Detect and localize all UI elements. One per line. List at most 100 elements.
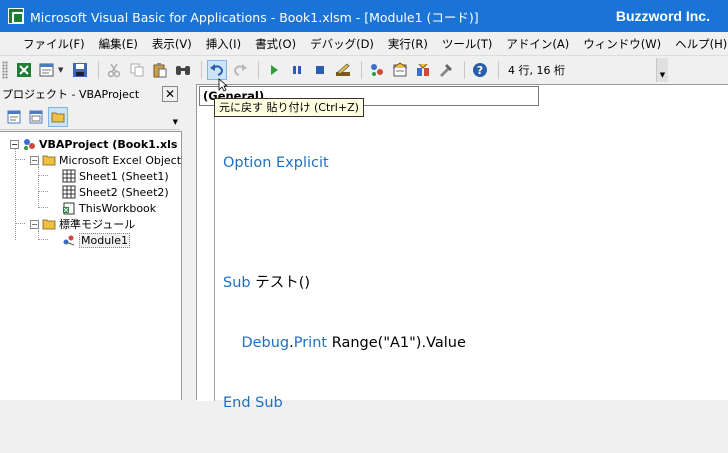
tree-connector xyxy=(15,159,25,160)
worksheet-icon xyxy=(62,169,76,183)
reset-icon[interactable] xyxy=(310,60,330,80)
view-code-icon[interactable] xyxy=(4,107,24,127)
excel-app-icon[interactable] xyxy=(8,8,24,24)
menu-addins[interactable]: アドイン(A) xyxy=(501,36,578,52)
vba-project-icon xyxy=(24,139,35,150)
code-keyword: Print xyxy=(293,335,328,351)
menu-bar: ファイル(F) 編集(E) 表示(V) 挿入(I) 書式(O) デバッグ(D) … xyxy=(0,32,728,56)
folder-icon xyxy=(42,219,56,230)
toggle-folders-icon[interactable] xyxy=(48,106,68,127)
menu-debug[interactable]: デバッグ(D) xyxy=(305,36,383,52)
code-line: Option Explicit xyxy=(223,153,466,173)
project-explorer-icon[interactable] xyxy=(367,60,387,80)
tree-connector xyxy=(15,223,25,224)
menu-tools[interactable]: ツール(T) xyxy=(437,36,502,52)
title-bar: Microsoft Visual Basic for Applications … xyxy=(0,0,728,32)
toolbar-separator xyxy=(361,61,362,79)
code-keyword: Debug xyxy=(241,335,290,351)
menu-window[interactable]: ウィンドウ(W) xyxy=(578,36,670,52)
collapse-icon[interactable]: − xyxy=(30,219,39,229)
object-browser-icon[interactable] xyxy=(413,60,433,80)
code-editor[interactable]: Option Explicit Sub テスト() Debug.Print Ra… xyxy=(223,113,466,453)
tree-item-excel-objects[interactable]: − Microsoft Excel Object xyxy=(30,152,181,168)
tree-item-label: ThisWorkbook xyxy=(79,201,157,215)
run-icon[interactable] xyxy=(264,60,284,80)
collapse-icon[interactable]: − xyxy=(10,139,19,149)
project-explorer-header: プロジェクト - VBAProject ✕ xyxy=(0,84,180,104)
tree-item-label: Module1 xyxy=(79,232,130,248)
menu-help[interactable]: ヘルプ(H) xyxy=(670,36,728,52)
undo-icon[interactable] xyxy=(207,60,227,80)
tree-item-modules[interactable]: − 標準モジュール xyxy=(30,216,135,232)
help-icon[interactable]: ? xyxy=(470,60,490,80)
copy-icon[interactable] xyxy=(127,60,147,80)
tree-connector xyxy=(38,166,39,208)
tree-connector xyxy=(15,148,16,240)
code-keyword: End Sub xyxy=(223,395,283,411)
svg-text:?: ? xyxy=(477,64,483,77)
toolbar-separator xyxy=(98,61,99,79)
tree-connector xyxy=(38,175,48,176)
menu-insert[interactable]: 挿入(I) xyxy=(201,36,250,52)
tree-item-module1[interactable]: Module1 xyxy=(62,232,130,248)
cut-icon[interactable] xyxy=(104,60,124,80)
collapse-icon[interactable]: − xyxy=(30,155,39,165)
pane-splitter[interactable] xyxy=(182,84,196,400)
code-line: Debug.Print Range("A1").Value xyxy=(223,333,466,353)
toolbar-options-icon[interactable]: ▼ xyxy=(173,118,178,126)
close-icon[interactable]: ✕ xyxy=(162,86,178,102)
toolbox-icon[interactable] xyxy=(436,60,456,80)
code-window: (General) Option Explicit Sub テスト() Debu… xyxy=(196,84,728,411)
properties-icon[interactable] xyxy=(390,60,410,80)
tree-connector xyxy=(38,191,48,192)
view-object-icon[interactable] xyxy=(26,107,46,127)
tree-item-label: 標準モジュール xyxy=(59,218,136,231)
worksheet-icon xyxy=(62,185,76,199)
tree-connector xyxy=(38,239,48,240)
project-tree: − VBAProject (Book1.xls − Microsoft Exce… xyxy=(0,131,182,400)
paste-icon[interactable] xyxy=(150,60,170,80)
tree-connector xyxy=(38,207,48,208)
tree-item-sheet1[interactable]: Sheet1 (Sheet1) xyxy=(62,168,169,184)
menu-view[interactable]: 表示(V) xyxy=(147,36,201,52)
menu-file[interactable]: ファイル(F) xyxy=(18,36,94,52)
toolbar-separator xyxy=(201,61,202,79)
tree-item-label: Microsoft Excel Object xyxy=(59,153,182,167)
find-icon[interactable] xyxy=(173,60,193,80)
standard-toolbar: ▼ ? 4 行, 16 桁 xyxy=(0,57,666,83)
menu-run[interactable]: 実行(R) xyxy=(383,36,437,52)
code-margin-indicator[interactable] xyxy=(197,107,215,401)
redo-icon[interactable] xyxy=(230,60,250,80)
save-icon[interactable] xyxy=(70,60,90,80)
excel-view-icon[interactable] xyxy=(14,60,34,80)
code-line: End Sub xyxy=(223,393,466,413)
toolbar-separator xyxy=(258,61,259,79)
toolbar-grip[interactable] xyxy=(2,61,8,79)
workbook-icon xyxy=(63,202,75,215)
brand-watermark: Buzzword Inc. xyxy=(615,8,710,24)
folder-icon xyxy=(42,155,56,166)
menu-format[interactable]: 書式(O) xyxy=(250,36,305,52)
project-explorer-toolbar: ▼ xyxy=(0,104,180,130)
insert-dropdown-icon[interactable]: ▼ xyxy=(58,66,66,74)
undo-tooltip: 元に戻す 貼り付け (Ctrl+Z) xyxy=(214,98,364,117)
code-text: Range("A1").Value xyxy=(327,335,466,351)
design-mode-icon[interactable] xyxy=(333,60,353,80)
toolbar-options-icon[interactable]: ▼ xyxy=(656,58,668,82)
tree-item-label: Sheet1 (Sheet1) xyxy=(79,169,169,183)
code-line: Sub テスト() xyxy=(223,273,466,293)
tree-item-vbaproject[interactable]: − VBAProject (Book1.xls xyxy=(10,136,177,152)
break-icon[interactable] xyxy=(287,60,307,80)
module-icon xyxy=(63,235,75,246)
window-title: Microsoft Visual Basic for Applications … xyxy=(30,9,479,25)
cursor-position-status: 4 行, 16 桁 xyxy=(508,64,565,77)
tree-item-label: VBAProject (Book1.xls xyxy=(39,137,178,151)
code-keyword: Option Explicit xyxy=(223,155,329,171)
toolbar-separator xyxy=(464,61,465,79)
insert-module-icon[interactable] xyxy=(37,60,57,80)
project-explorer-title: プロジェクト - VBAProject xyxy=(2,88,140,101)
toolbar-separator xyxy=(498,61,499,79)
tree-item-thisworkbook[interactable]: ThisWorkbook xyxy=(62,200,156,216)
menu-edit[interactable]: 編集(E) xyxy=(94,36,147,52)
tree-item-sheet2[interactable]: Sheet2 (Sheet2) xyxy=(62,184,169,200)
